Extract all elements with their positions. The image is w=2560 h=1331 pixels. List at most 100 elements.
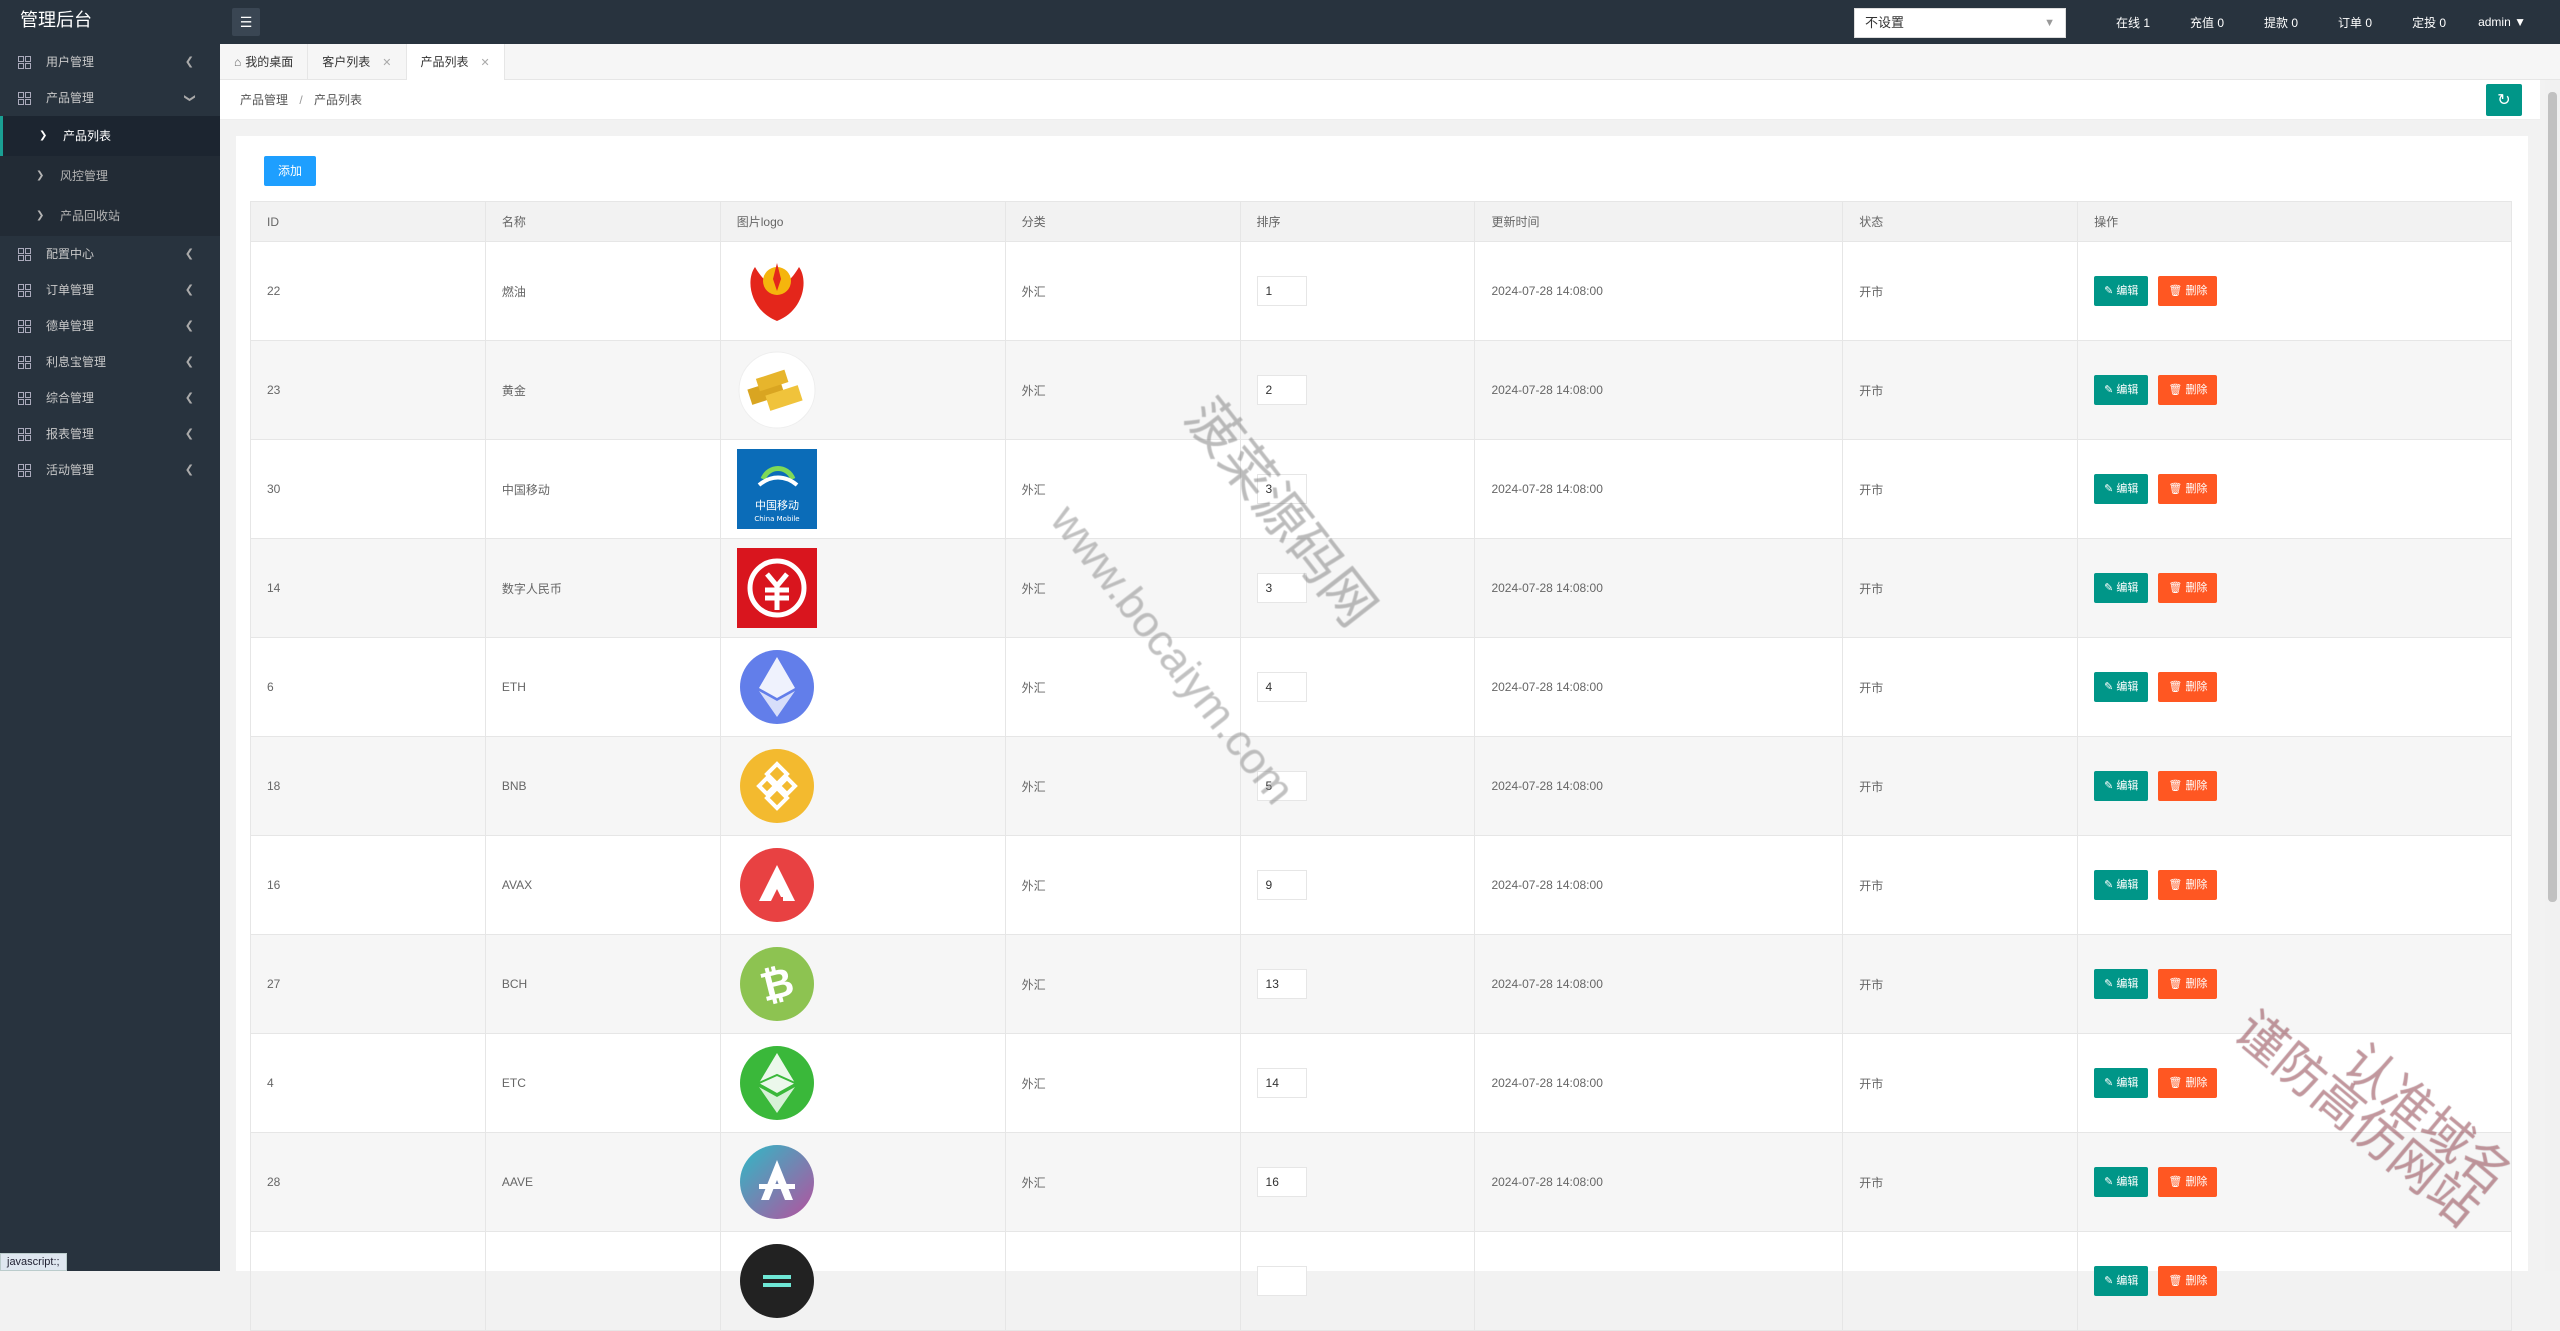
delete-button[interactable]: 🗑 删除 xyxy=(2158,870,2218,900)
close-icon[interactable]: ✕ xyxy=(382,57,391,69)
svg-text:China Mobile: China Mobile xyxy=(754,515,799,523)
edit-button[interactable]: ✎ 编辑 xyxy=(2094,375,2149,405)
sidebar-item[interactable]: 德单管理 ❮ xyxy=(0,308,220,344)
cell-category xyxy=(1004,1231,1241,1331)
cell-id: 23 xyxy=(250,340,486,440)
cell-actions: ✎ 编辑 🗑 删除 xyxy=(2077,439,2512,539)
refresh-icon[interactable]: ↻ xyxy=(2486,84,2522,116)
sidebar-subitem[interactable]: ❯ 产品回收站 xyxy=(0,196,220,236)
sort-input[interactable]: 13 xyxy=(1256,969,1307,999)
edit-button[interactable]: ✎ 编辑 xyxy=(2094,672,2149,702)
sidebar-item[interactable]: 报表管理 ❮ xyxy=(0,416,220,452)
top-stat[interactable]: 充值 0 xyxy=(2190,14,2224,31)
sidebar-item-label: 订单管理 xyxy=(46,283,95,297)
chevron-right-icon: ❯ xyxy=(36,170,45,181)
table-row: 16 AVAX 外汇 9 2024-07-28 14:08:00 开市 ✎ 编辑 🗑 删除 xyxy=(250,835,2512,935)
tab[interactable]: ⌂ 我的桌面 xyxy=(220,44,309,80)
add-button[interactable]: 添加 xyxy=(264,156,317,186)
delete-label: 删除 xyxy=(2185,384,2208,396)
top-stat[interactable]: 提款 0 xyxy=(2264,14,2298,31)
cell-logo xyxy=(719,1033,1006,1133)
delete-label: 删除 xyxy=(2185,1176,2208,1188)
cell-status: 开市 xyxy=(1842,934,2079,1034)
delete-button[interactable]: 🗑 删除 xyxy=(2158,771,2218,801)
edit-button[interactable]: ✎ 编辑 xyxy=(2094,870,2149,900)
sort-input[interactable]: 3 xyxy=(1256,474,1307,504)
sort-input[interactable]: 14 xyxy=(1256,1068,1307,1098)
edit-button[interactable]: ✎ 编辑 xyxy=(2094,573,2149,603)
sidebar-item[interactable]: 订单管理 ❮ xyxy=(0,272,220,308)
main-panel: 添加 ID 名称 图片logo 分类 排序 更新时间 状态 操作 22 燃油 外汇 1 2024-07… xyxy=(236,136,2528,1331)
sort-input[interactable]: 1 xyxy=(1256,276,1307,306)
user-menu[interactable]: admin ▼ xyxy=(2478,0,2526,44)
delete-button[interactable]: 🗑 删除 xyxy=(2158,1167,2218,1197)
delete-button[interactable]: 🗑 删除 xyxy=(2158,573,2218,603)
edit-button[interactable]: ✎ 编辑 xyxy=(2094,276,2149,306)
scrollbar[interactable] xyxy=(2545,80,2560,1271)
cell-logo xyxy=(719,736,1006,836)
cell-sort: 14 xyxy=(1239,1033,1476,1133)
cell-name: BNB xyxy=(484,736,721,836)
sidebar-item[interactable]: 综合管理 ❮ xyxy=(0,380,220,416)
delete-button[interactable]: 🗑 删除 xyxy=(2158,375,2218,405)
delete-button[interactable]: 🗑 删除 xyxy=(2158,969,2218,999)
top-stat[interactable]: 在线 1 xyxy=(2116,14,2150,31)
edit-button[interactable]: ✎ 编辑 xyxy=(2094,771,2149,801)
cell-updated: 2024-07-28 14:08:00 xyxy=(1474,538,1844,638)
delete-label: 删除 xyxy=(2185,978,2208,990)
edit-button[interactable]: ✎ 编辑 xyxy=(2094,969,2149,999)
grid-icon xyxy=(18,320,31,333)
edit-button[interactable]: ✎ 编辑 xyxy=(2094,1068,2149,1098)
currency-select[interactable]: 不设置 ▼ xyxy=(1854,8,2066,38)
sidebar-subitem[interactable]: ❯ 产品列表 xyxy=(0,116,220,156)
sidebar-item[interactable]: 利息宝管理 ❮ xyxy=(0,344,220,380)
tab[interactable]: 客户列表 ✕ xyxy=(308,44,407,80)
cell-status: 开市 xyxy=(1842,439,2079,539)
cell-actions: ✎ 编辑 🗑 删除 xyxy=(2077,1231,2512,1331)
edit-button[interactable]: ✎ 编辑 xyxy=(2094,1167,2149,1197)
sidebar-item-label: 利息宝管理 xyxy=(46,355,107,369)
sidebar-item[interactable]: 产品管理 ❮ xyxy=(0,80,220,116)
sort-input[interactable]: 9 xyxy=(1256,870,1307,900)
sidebar-item-label: 德单管理 xyxy=(46,319,95,333)
sort-input[interactable]: 2 xyxy=(1256,375,1307,405)
delete-button[interactable]: 🗑 删除 xyxy=(2158,276,2218,306)
cell-status: 开市 xyxy=(1842,835,2079,935)
sort-input[interactable]: 16 xyxy=(1256,1167,1307,1197)
cell-name: AVAX xyxy=(484,835,721,935)
delete-button[interactable]: 🗑 删除 xyxy=(2158,672,2218,702)
cell-updated: 2024-07-28 14:08:00 xyxy=(1474,340,1844,440)
cell-sort: 16 xyxy=(1239,1132,1476,1232)
sidebar-item[interactable]: 活动管理 ❮ xyxy=(0,452,220,488)
cell-actions: ✎ 编辑 🗑 删除 xyxy=(2077,241,2512,341)
cell-name: AAVE xyxy=(484,1132,721,1232)
trash-icon: 🗑 xyxy=(2168,483,2186,495)
cell-status: 开市 xyxy=(1842,1132,2079,1232)
sort-input[interactable]: 4 xyxy=(1256,672,1307,702)
sort-input[interactable]: 5 xyxy=(1256,771,1307,801)
cell-status: 开市 xyxy=(1842,736,2079,836)
sidebar-subitem[interactable]: ❯ 风控管理 xyxy=(0,156,220,196)
cell-logo: 中国移动 China Mobile xyxy=(719,439,1006,539)
delete-button[interactable]: 🗑 删除 xyxy=(2158,474,2218,504)
china-mobile-logo: 中国移动 China Mobile xyxy=(736,449,817,529)
trash-icon: 🗑 xyxy=(2168,1176,2186,1188)
eth-logo xyxy=(737,647,817,727)
sidebar-item[interactable]: 用户管理 ❮ xyxy=(0,44,220,80)
sort-input[interactable]: 3 xyxy=(1256,573,1307,603)
breadcrumb-item[interactable]: 产品管理 xyxy=(240,93,288,107)
menu-toggle-icon[interactable]: ☰ xyxy=(232,8,260,36)
tab[interactable]: 产品列表 ✕ xyxy=(406,44,505,80)
top-stat[interactable]: 定投 0 xyxy=(2412,14,2446,31)
cell-actions: ✎ 编辑 🗑 删除 xyxy=(2077,1033,2512,1133)
cell-name: ETC xyxy=(484,1033,721,1133)
svg-text:中国移动: 中国移动 xyxy=(755,499,799,512)
scrollbar-thumb[interactable] xyxy=(2548,92,2557,902)
pencil-icon: ✎ xyxy=(2104,384,2117,396)
breadcrumb-bar: 产品管理 / 产品列表 ↻ xyxy=(220,80,2540,120)
sidebar-item[interactable]: 配置中心 ❮ xyxy=(0,236,220,272)
close-icon[interactable]: ✕ xyxy=(481,57,490,69)
top-stat[interactable]: 订单 0 xyxy=(2338,14,2372,31)
delete-button[interactable]: 🗑 删除 xyxy=(2158,1068,2218,1098)
edit-button[interactable]: ✎ 编辑 xyxy=(2094,474,2149,504)
